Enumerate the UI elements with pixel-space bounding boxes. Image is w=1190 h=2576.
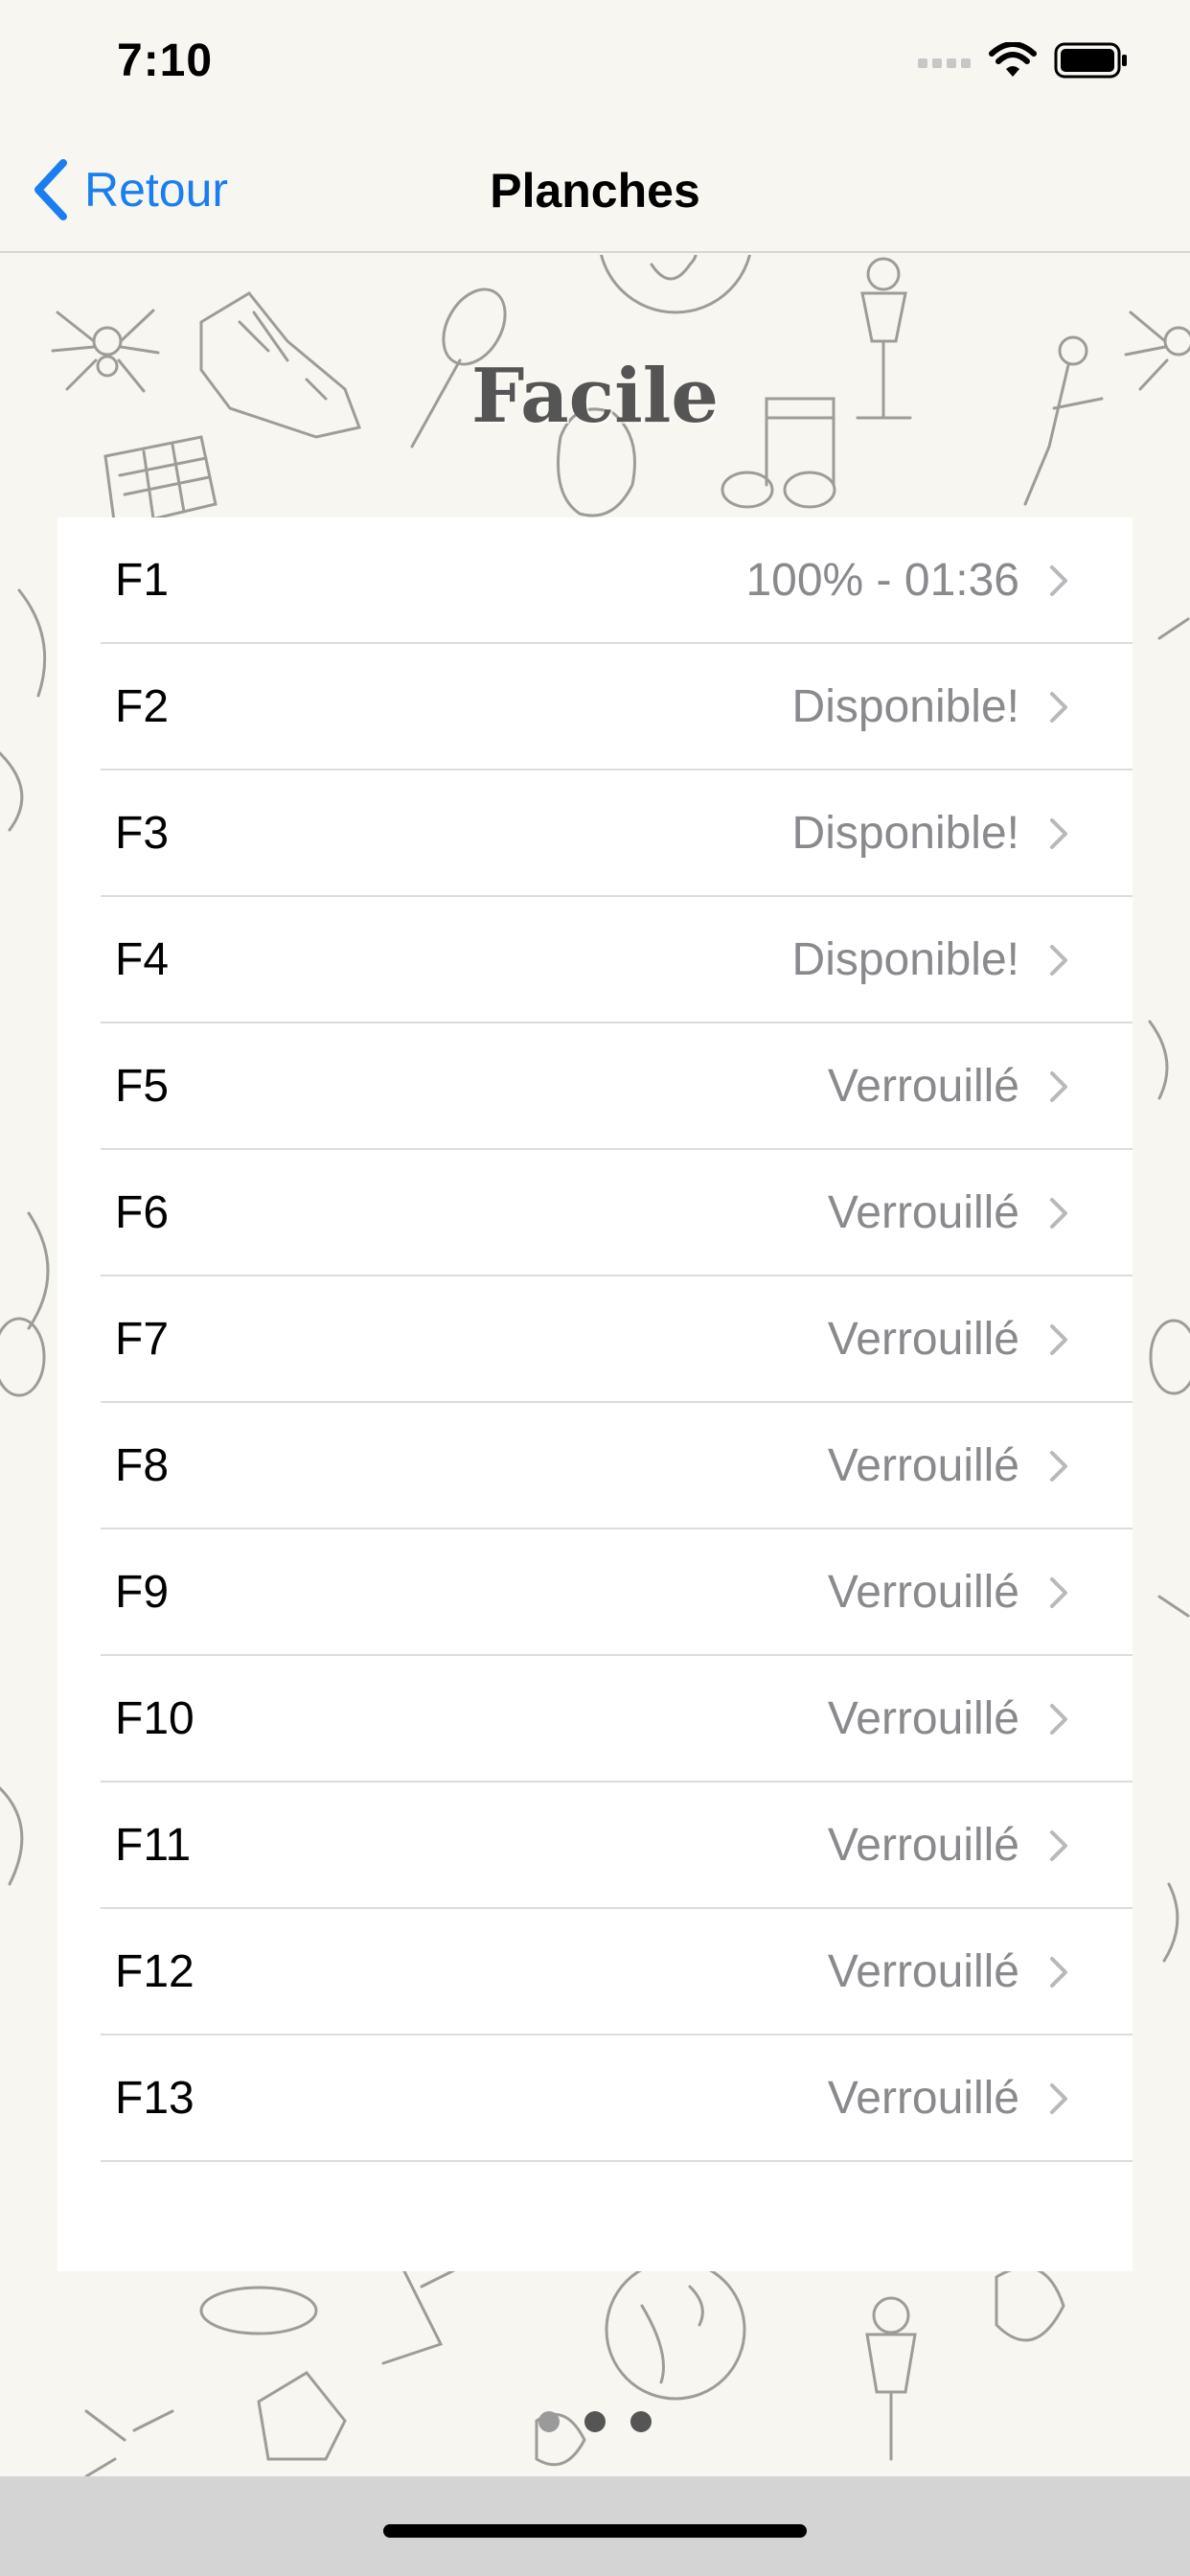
page-dot[interactable] <box>538 2411 560 2432</box>
level-status: Disponible! <box>791 934 1019 985</box>
level-label: F7 <box>115 1314 170 1365</box>
level-label: F8 <box>115 1440 170 1491</box>
level-label: F2 <box>115 681 170 732</box>
level-row[interactable]: F11 Verrouillé <box>57 1782 1133 1909</box>
level-label: F10 <box>115 1693 195 1744</box>
level-list: F1 100% - 01:36 F2 Disponible! F3 Disponible!… <box>57 518 1133 2271</box>
level-label: F4 <box>115 934 170 985</box>
level-label: F12 <box>115 1946 195 1997</box>
globe-doodle-top <box>600 255 751 314</box>
chevron-right-icon <box>1048 1449 1071 1484</box>
level-row[interactable]: F1 100% - 01:36 <box>57 518 1133 644</box>
level-row[interactable]: F4 Disponible! <box>57 897 1133 1024</box>
home-indicator[interactable] <box>383 2524 807 2538</box>
level-row[interactable]: F3 Disponible! <box>57 770 1133 897</box>
level-label: F1 <box>115 555 170 606</box>
chevron-right-icon <box>1048 564 1071 598</box>
level-status: Verrouillé <box>827 1693 1019 1744</box>
level-row[interactable]: F7 Verrouillé <box>57 1276 1133 1403</box>
level-status: Verrouillé <box>827 1314 1019 1365</box>
page-title: Planches <box>490 164 700 218</box>
level-row[interactable]: F5 Verrouillé <box>57 1024 1133 1150</box>
level-row[interactable]: F6 Verrouillé <box>57 1150 1133 1276</box>
level-row[interactable]: F12 Verrouillé <box>57 1909 1133 2036</box>
level-row[interactable]: F13 Verrouillé <box>57 2036 1133 2162</box>
battery-icon <box>1054 42 1129 83</box>
level-status: 100% - 01:36 <box>745 555 1019 606</box>
wifi-icon <box>989 41 1037 83</box>
level-status: Verrouillé <box>827 1187 1019 1238</box>
bottom-bar <box>0 2476 1190 2576</box>
chevron-right-icon <box>1048 816 1071 851</box>
chevron-right-icon <box>1048 1070 1071 1104</box>
chevron-right-icon <box>1048 2082 1071 2116</box>
level-label: F5 <box>115 1061 170 1112</box>
bottom-doodles <box>84 2259 1065 2476</box>
level-label: F6 <box>115 1187 170 1238</box>
section-title: Facile <box>470 353 720 440</box>
level-row[interactable]: F8 Verrouillé <box>57 1403 1133 1530</box>
page-dot[interactable] <box>630 2411 652 2432</box>
level-row[interactable]: F2 Disponible! <box>57 644 1133 770</box>
chevron-right-icon <box>1048 1322 1071 1357</box>
chevron-right-icon <box>1048 1576 1071 1610</box>
level-status: Verrouillé <box>827 2073 1019 2124</box>
level-status: Verrouillé <box>827 1820 1019 1871</box>
cellular-signal-icon <box>918 53 972 73</box>
calendar-doodle <box>103 435 217 530</box>
level-status: Disponible! <box>791 681 1019 732</box>
level-status: Verrouillé <box>827 1567 1019 1618</box>
level-label: F9 <box>115 1567 170 1618</box>
level-status: Verrouillé <box>827 1946 1019 1997</box>
status-time: 7:10 <box>117 35 214 86</box>
status-icons <box>918 41 1129 83</box>
page-control[interactable] <box>0 2411 1190 2432</box>
navigation-bar: Retour Planches <box>0 126 1190 253</box>
level-status: Verrouillé <box>827 1061 1019 1112</box>
level-status: Disponible! <box>791 808 1019 859</box>
chevron-right-icon <box>1048 1828 1071 1863</box>
status-bar: 7:10 <box>0 0 1190 126</box>
level-row[interactable]: F9 Verrouillé <box>57 1530 1133 1656</box>
level-row[interactable]: F10 Verrouillé <box>57 1656 1133 1782</box>
page-dot[interactable] <box>584 2411 606 2432</box>
chevron-right-icon <box>1048 1702 1071 1736</box>
level-label: F13 <box>115 2073 195 2124</box>
level-label: F3 <box>115 808 170 859</box>
chevron-right-icon <box>1048 1955 1071 1990</box>
chevron-right-icon <box>1048 1196 1071 1230</box>
level-status: Verrouillé <box>827 1440 1019 1491</box>
level-label: F11 <box>115 1820 192 1871</box>
chevron-right-icon <box>1048 943 1071 978</box>
chevron-right-icon <box>1048 690 1071 724</box>
